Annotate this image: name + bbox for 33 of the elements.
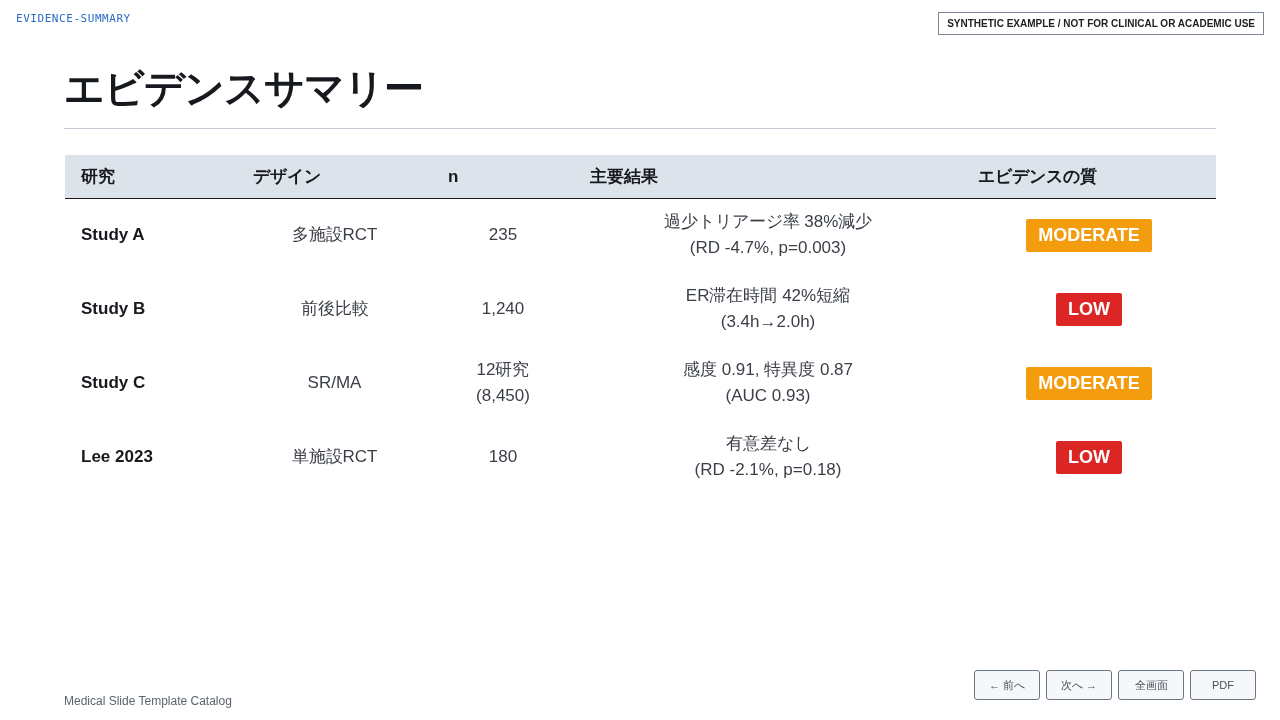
quality-badge: LOW [1056,292,1122,326]
quality-badge: MODERATE [1026,218,1152,252]
nav-button[interactable]: 次へ → [1045,670,1112,700]
table-cell-text: 多施設RCT [291,224,378,247]
table-cell-text: 1,240 [481,298,525,320]
nav-button[interactable]: ← 前へ [973,670,1040,700]
table-cell-text: Study C [81,372,146,394]
column-header: エビデンスの質 [962,155,1216,198]
disclaimer-badge: SYNTHETIC EXAMPLE / NOT FOR CLINICAL OR ACADEMIC USE [938,12,1264,35]
table-cell-text: 12研究 (8,450) [476,359,530,407]
nav-button[interactable]: PDF [1190,670,1256,700]
column-header: デザイン [237,155,432,198]
column-header: n [432,155,574,198]
table-cell-text: Study B [81,298,146,320]
quality-badge: LOW [1056,440,1122,474]
slide-id: EVIDENCE-SUMMARY [16,11,131,27]
table-cell-text: 180 [488,446,518,468]
column-header: 研究 [65,155,237,198]
nav-button[interactable]: 全画面 [1118,670,1184,700]
table-cell-text: 235 [488,224,518,247]
table-cell-text: 前後比較 [300,298,369,320]
table-cell-text: Lee 2023 [81,446,153,468]
footer-text: Medical Slide Template Catalog [64,693,232,710]
table-cell-text: ER滞在時間 42%短縮 (3.4h→2.0h) [685,285,851,333]
quality-badge: MODERATE [1026,366,1152,400]
slide-title: エビデンスサマリー [64,65,424,112]
table-cell-text: 有意差なし (RD -2.1%, p=0.18) [694,433,842,481]
table-cell-text: 過少トリアージ率 38%減少 (RD -4.7%, p=0.003) [663,211,873,260]
column-header: 主要結果 [574,155,962,198]
table-cell-text: 単施設RCT [291,446,378,468]
table-cell-text: SR/MA [307,372,362,394]
table-cell-text: Study A [81,224,145,247]
table-cell-text: 感度 0.91, 特異度 0.87 (AUC 0.93) [682,359,854,407]
